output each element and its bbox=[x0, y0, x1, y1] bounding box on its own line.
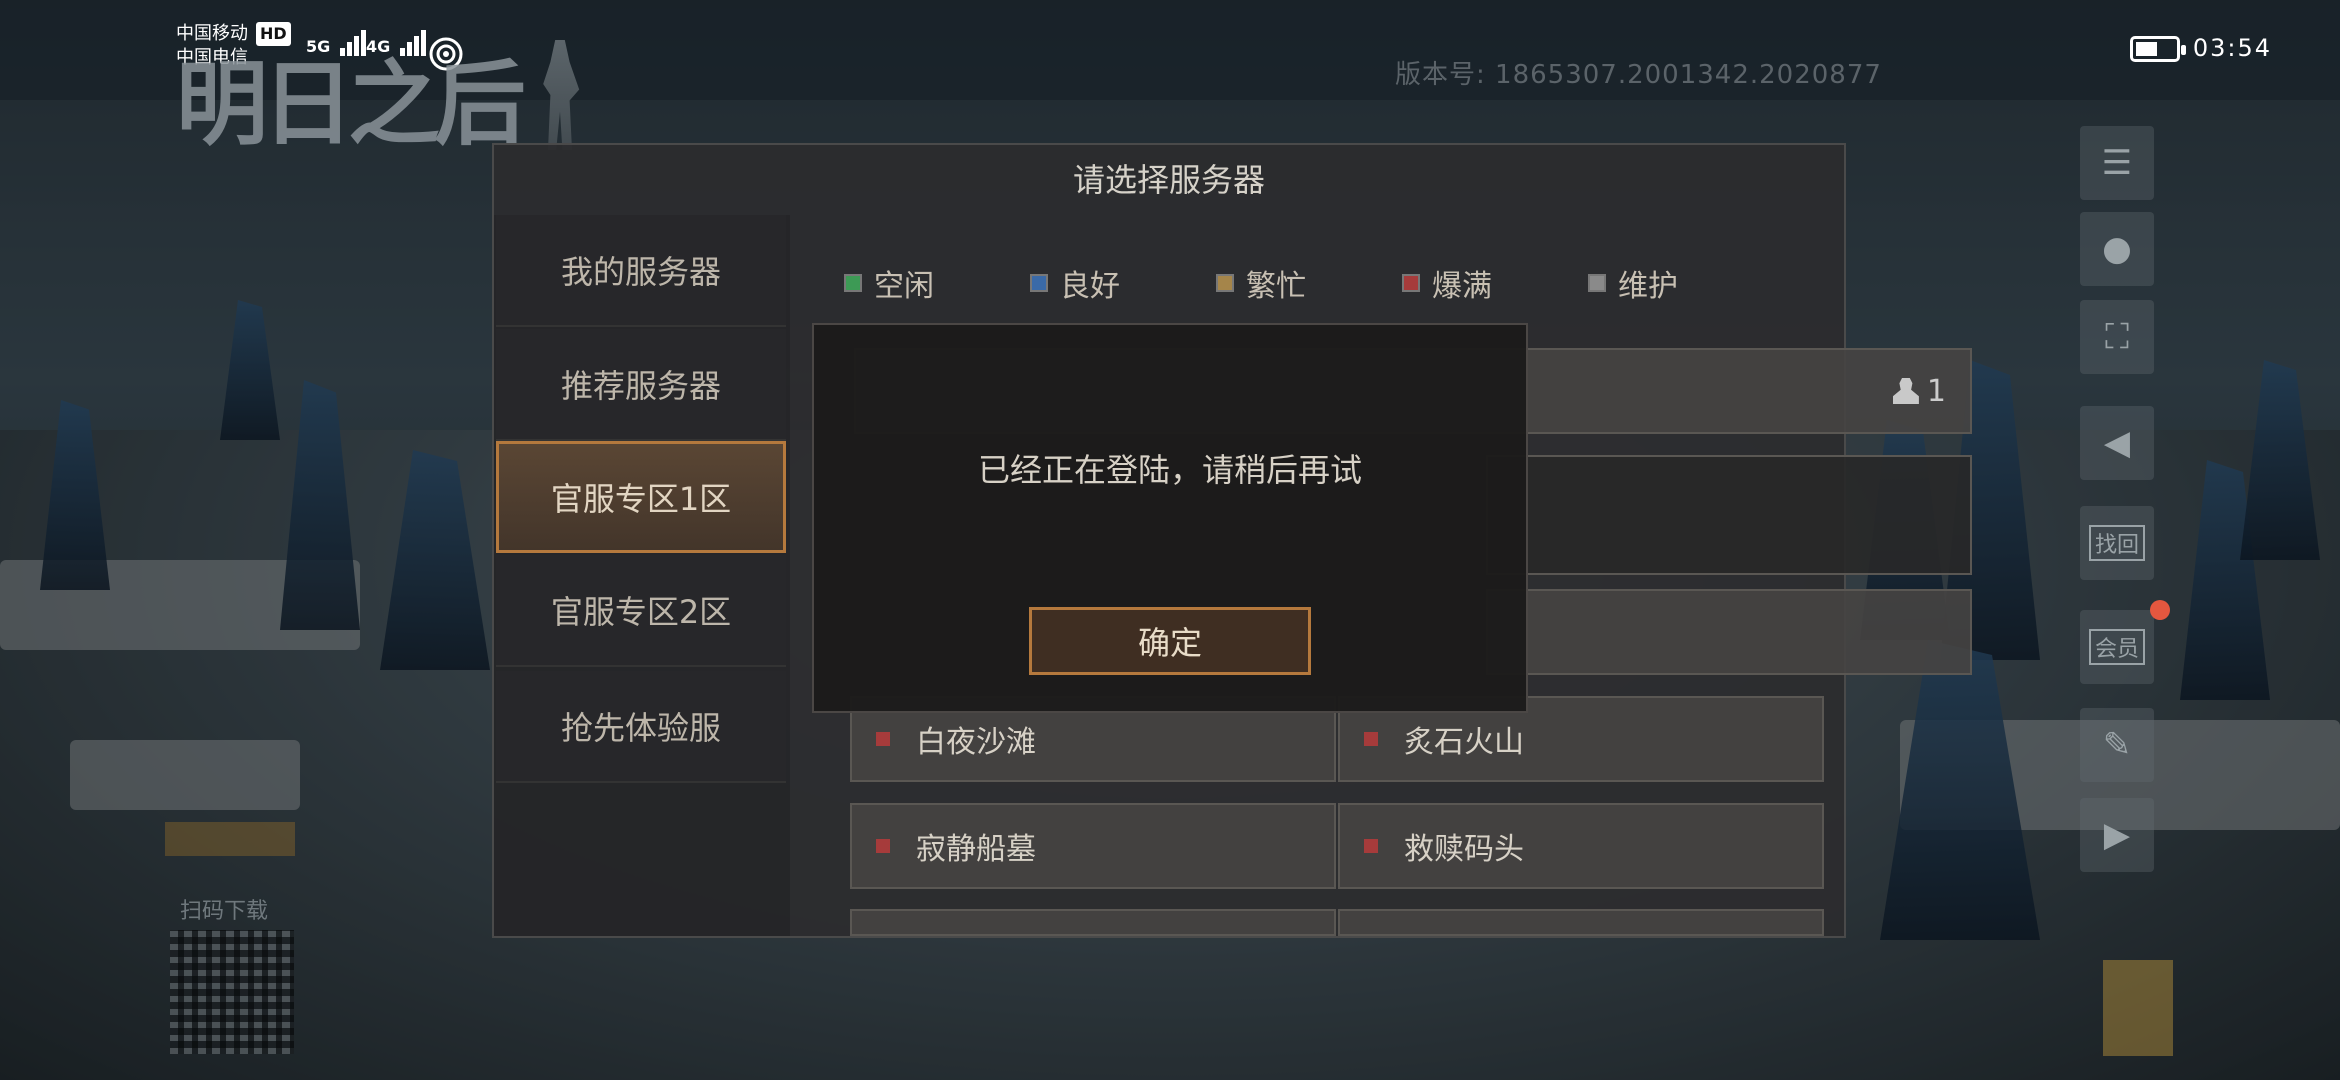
person-icon bbox=[1892, 378, 1919, 404]
notification-dot bbox=[2150, 600, 2170, 620]
tab-recommended[interactable]: 推荐服务器 bbox=[496, 329, 786, 441]
alert-dialog: 已经正在登陆，请稍后再试 确定 bbox=[812, 323, 1528, 713]
battery-icon bbox=[2130, 36, 2186, 62]
server-card[interactable] bbox=[1338, 909, 1824, 936]
legend-swatch bbox=[844, 274, 862, 292]
legend-label: 爆满 bbox=[1432, 269, 1492, 304]
panel-title: 请选择服务器 bbox=[1072, 161, 1265, 199]
server-name: 炙石火山 bbox=[1404, 725, 1524, 760]
avatar-icon[interactable]: ● bbox=[2080, 212, 2154, 286]
recover-label: 找回 bbox=[2088, 525, 2145, 561]
status-dot bbox=[876, 839, 890, 853]
video-icon[interactable]: ▶ bbox=[2080, 798, 2154, 872]
legend-label: 空闲 bbox=[874, 269, 934, 304]
server-card[interactable] bbox=[850, 909, 1336, 936]
version-text: 版本号: 1865307.2001342.2020877 bbox=[1395, 60, 1882, 90]
server-name: 白夜沙滩 bbox=[916, 725, 1036, 760]
server-name: 寂静船墓 bbox=[916, 832, 1036, 867]
player-count: 1 bbox=[1892, 373, 1946, 409]
battery-fill bbox=[2136, 42, 2157, 56]
tab-official-1[interactable]: 官服专区1区 bbox=[496, 441, 786, 553]
dialog-message: 已经正在登陆，请稍后再试 bbox=[977, 451, 1362, 489]
legend-good: 良好 bbox=[1030, 261, 1120, 305]
tab-my-servers[interactable]: 我的服务器 bbox=[496, 215, 786, 327]
age-rating-badge bbox=[165, 822, 295, 856]
legend-label: 良好 bbox=[1060, 269, 1120, 304]
member-label: 会员 bbox=[2088, 629, 2145, 665]
qr-code bbox=[170, 930, 294, 1054]
legend-swatch bbox=[1588, 274, 1606, 292]
status-dot bbox=[1364, 839, 1378, 853]
server-card[interactable]: 救赎码头 bbox=[1338, 803, 1824, 889]
status-dot bbox=[876, 732, 890, 746]
legend-busy: 繁忙 bbox=[1216, 261, 1306, 305]
legend-swatch bbox=[1216, 274, 1234, 292]
news-icon[interactable]: ☰ bbox=[2080, 126, 2154, 200]
speaker-icon[interactable]: ◀ bbox=[2080, 406, 2154, 480]
server-tabs: 我的服务器 推荐服务器 官服专区1区 官服专区2区 抢先体验服 bbox=[494, 215, 790, 936]
status-dot bbox=[1364, 732, 1378, 746]
player-count-value: 1 bbox=[1926, 373, 1946, 409]
recover-button[interactable]: 找回 bbox=[2080, 506, 2154, 580]
legend-swatch bbox=[1402, 274, 1420, 292]
tab-official-2[interactable]: 官服专区2区 bbox=[496, 555, 786, 667]
tab-early-access[interactable]: 抢先体验服 bbox=[496, 671, 786, 783]
server-name: 救赎码头 bbox=[1404, 832, 1524, 867]
corner-badge bbox=[2103, 960, 2173, 1056]
clock: 03:54 bbox=[2192, 34, 2272, 62]
game-logo: 明日之后 bbox=[176, 51, 526, 158]
qr-label: 扫码下载 bbox=[180, 899, 269, 924]
member-button[interactable]: 会员 bbox=[2080, 610, 2154, 684]
legend-maintenance: 维护 bbox=[1588, 261, 1678, 305]
legend-idle: 空闲 bbox=[844, 261, 934, 305]
status-legend: 空闲 良好 繁忙 爆满 维护 bbox=[844, 261, 1844, 307]
legend-label: 繁忙 bbox=[1246, 269, 1306, 304]
server-card[interactable] bbox=[1486, 455, 1972, 575]
legend-swatch bbox=[1030, 274, 1048, 292]
confirm-button[interactable]: 确定 bbox=[1029, 607, 1311, 675]
legend-full: 爆满 bbox=[1402, 261, 1492, 305]
server-card[interactable] bbox=[1486, 589, 1972, 675]
server-card[interactable]: 寂静船墓 bbox=[850, 803, 1336, 889]
scan-icon[interactable]: ⛶ bbox=[2080, 300, 2154, 374]
legend-label: 维护 bbox=[1618, 269, 1678, 304]
edit-icon[interactable]: ✎ bbox=[2080, 708, 2154, 782]
